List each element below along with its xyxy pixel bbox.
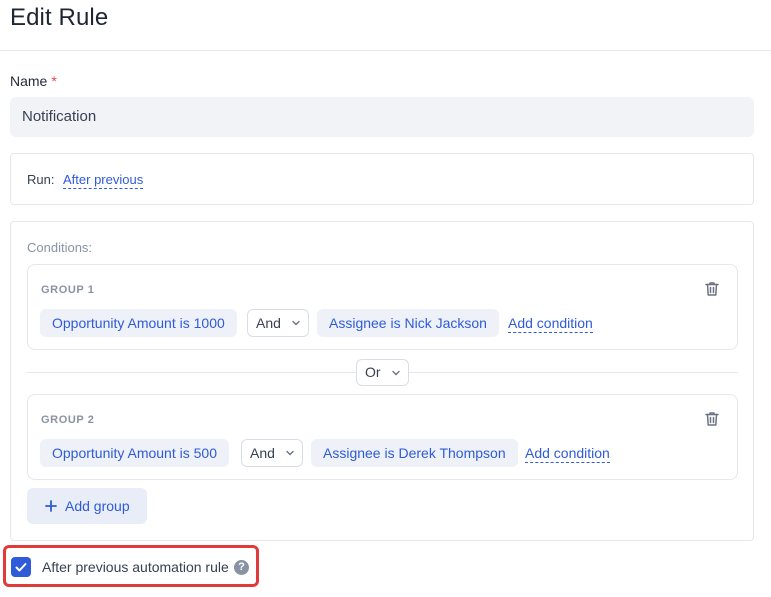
group-operator-value: Or bbox=[365, 364, 381, 380]
condition-chip[interactable]: Opportunity Amount is 1000 bbox=[40, 309, 237, 337]
group-title: GROUP 1 bbox=[41, 284, 95, 296]
add-group-button[interactable]: Add group bbox=[27, 488, 147, 524]
name-input[interactable] bbox=[10, 97, 754, 137]
plus-icon bbox=[45, 500, 57, 512]
condition-chip[interactable]: Assignee is Nick Jackson bbox=[317, 309, 499, 337]
help-icon[interactable]: ? bbox=[234, 560, 249, 575]
trash-icon[interactable] bbox=[703, 410, 721, 428]
after-previous-option: After previous automation rule ? bbox=[3, 545, 259, 587]
after-previous-label: After previous automation rule bbox=[42, 559, 229, 575]
required-marker: * bbox=[51, 73, 57, 89]
operator-select[interactable]: And bbox=[241, 439, 303, 467]
run-after-previous-link[interactable]: After previous bbox=[63, 172, 144, 189]
checkmark-icon bbox=[15, 563, 27, 572]
name-label-text: Name bbox=[10, 73, 48, 89]
condition-chip[interactable]: Assignee is Derek Thompson bbox=[311, 439, 518, 467]
page-header: Edit Rule bbox=[0, 0, 771, 51]
name-field-label: Name * bbox=[10, 73, 57, 89]
operator-value: And bbox=[250, 445, 275, 461]
add-condition-link[interactable]: Add condition bbox=[525, 445, 610, 463]
operator-value: And bbox=[256, 315, 281, 331]
run-label: Run: bbox=[27, 172, 55, 187]
chevron-down-icon bbox=[286, 450, 294, 456]
page-title: Edit Rule bbox=[10, 4, 109, 31]
condition-group-1: GROUP 1 Opportunity Amount is 1000 And A… bbox=[27, 264, 738, 350]
group-operator-select[interactable]: Or bbox=[356, 359, 409, 386]
after-previous-checkbox[interactable] bbox=[11, 557, 31, 577]
condition-group-2: GROUP 2 Opportunity Amount is 500 And As… bbox=[27, 394, 738, 480]
add-condition-link[interactable]: Add condition bbox=[508, 315, 593, 333]
run-panel: Run: After previous bbox=[10, 153, 754, 205]
group-title: GROUP 2 bbox=[41, 414, 95, 426]
trash-icon[interactable] bbox=[703, 280, 721, 298]
conditions-panel: Conditions: GROUP 1 Opportunity Amount i… bbox=[10, 221, 754, 541]
add-group-label: Add group bbox=[65, 498, 130, 514]
chevron-down-icon bbox=[392, 370, 400, 376]
chevron-down-icon bbox=[292, 320, 300, 326]
conditions-label: Conditions: bbox=[27, 240, 93, 255]
operator-select[interactable]: And bbox=[247, 309, 309, 337]
condition-chip[interactable]: Opportunity Amount is 500 bbox=[40, 439, 229, 467]
